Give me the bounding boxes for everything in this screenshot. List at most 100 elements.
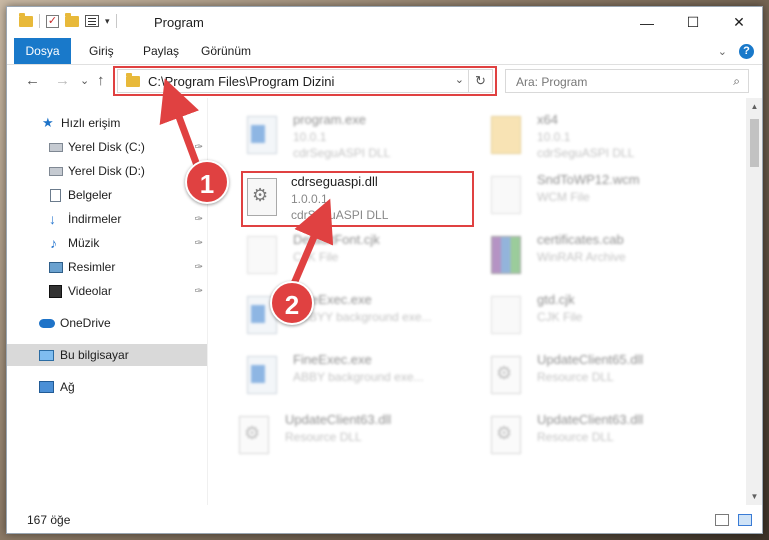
scroll-down-icon[interactable]: ▼ — [746, 488, 762, 505]
close-button[interactable]: ✕ — [716, 7, 762, 38]
sidebar-item-label: Yerel Disk (D:) — [68, 164, 145, 178]
sidebar-item-this-pc[interactable]: Bu bilgisayar — [7, 344, 207, 366]
toolbar-separator — [115, 14, 117, 28]
dll-icon — [239, 416, 269, 454]
tab-giris[interactable]: Giriş — [79, 38, 124, 64]
file-item[interactable]: DefaultFont.cjk CJK File — [239, 228, 479, 284]
file-highlight-box — [241, 171, 474, 227]
file-icon — [247, 236, 277, 274]
sidebar-item-videos[interactable]: Videolar ✑ — [7, 280, 207, 302]
sidebar-item-pictures[interactable]: Resimler ✑ — [7, 256, 207, 278]
video-icon — [49, 284, 62, 298]
customize-dropdown-icon[interactable]: ▾ — [105, 16, 110, 27]
network-icon — [39, 381, 54, 393]
file-type: WCM File — [537, 190, 590, 204]
minimize-button[interactable]: — — [624, 7, 670, 38]
file-name: UpdateClient63.dll — [537, 412, 644, 427]
checkmark-icon[interactable]: ✓ — [46, 14, 59, 28]
folder-icon — [19, 12, 33, 27]
search-icon[interactable]: ⌕ — [733, 74, 740, 89]
file-item[interactable]: gtd.cjk CJK File — [483, 288, 723, 344]
file-item[interactable]: program.exe 10.0.1 cdrSeguASPI DLL — [239, 108, 479, 164]
picture-icon — [49, 261, 63, 273]
file-item[interactable]: UpdateClient65.dll Resource DLL — [483, 348, 723, 404]
tab-gorunum[interactable]: Görünüm — [191, 38, 261, 64]
sidebar-item-disk-c[interactable]: Yerel Disk (C:) ✑ — [7, 136, 207, 158]
address-highlight-box — [113, 66, 497, 96]
pin-icon[interactable]: ✑ — [195, 142, 203, 153]
sidebar-item-quick-access[interactable]: ★ Hızlı erişim — [7, 112, 207, 134]
sidebar-item-label: Resimler — [68, 260, 116, 274]
file-item[interactable]: SndToWP12.wcm WCM File — [483, 168, 723, 224]
forward-arrow-icon[interactable]: → — [55, 72, 70, 89]
file-type: WinRAR Archive — [537, 250, 626, 264]
scrollbar-thumb[interactable] — [750, 119, 759, 167]
program-icon — [247, 116, 277, 154]
file-item[interactable]: x64 10.0.1 cdrSeguASPI DLL — [483, 108, 723, 164]
file-name: UpdateClient63.dll — [285, 412, 392, 427]
step-2-marker: 2 — [270, 281, 314, 325]
large-icons-view-icon[interactable] — [738, 514, 752, 526]
download-icon: ↓ — [49, 211, 56, 227]
maximize-button[interactable]: ☐ — [670, 7, 716, 38]
file-version: 10.0.1 — [537, 130, 571, 144]
search-placeholder[interactable]: Ara: Program — [516, 75, 587, 89]
archive-icon — [491, 236, 521, 274]
navigation-bar: ← → ⌄ ↑ C:\Program Files\Program Dizini … — [7, 65, 762, 98]
sidebar-item-documents[interactable]: Belgeler ✑ — [7, 184, 207, 206]
sidebar-item-downloads[interactable]: ↓ İndirmeler ✑ — [7, 208, 207, 230]
tab-paylas[interactable]: Paylaş — [133, 38, 189, 64]
search-box[interactable]: Ara: Program ⌕ — [505, 69, 749, 93]
computer-icon — [39, 349, 54, 361]
file-name: gtd.cjk — [537, 292, 575, 307]
sidebar-item-label: Belgeler — [68, 188, 113, 202]
file-name: DefaultFont.cjk — [293, 232, 380, 247]
vertical-scrollbar[interactable]: ▲ ▼ — [746, 98, 762, 505]
sidebar-item-label: Bu bilgisayar — [60, 348, 129, 362]
sidebar-item-music[interactable]: ♪ Müzik ✑ — [7, 232, 207, 254]
pin-icon[interactable]: ✑ — [195, 286, 203, 297]
file-name: SndToWP12.wcm — [537, 172, 640, 187]
window-title: Program — [154, 15, 204, 30]
file-name: FineExec.exe — [293, 352, 372, 367]
file-type: Resource DLL — [537, 430, 614, 444]
file-name: program.exe — [293, 112, 366, 127]
sidebar-item-label: OneDrive — [60, 316, 111, 330]
up-arrow-icon[interactable]: ↑ — [97, 72, 105, 89]
star-icon: ★ — [42, 115, 54, 130]
pin-icon[interactable]: ✑ — [195, 214, 203, 225]
expand-ribbon-icon[interactable]: ⌄ — [718, 45, 727, 58]
file-type: CJK File — [293, 250, 339, 264]
sidebar-item-label: Ağ — [60, 380, 75, 394]
sidebar-item-label: İndirmeler — [68, 212, 122, 226]
file-item[interactable]: UpdateClient63.dll Resource DLL — [231, 408, 471, 464]
properties-icon[interactable] — [85, 15, 99, 27]
file-icon — [491, 296, 521, 334]
details-view-icon[interactable] — [715, 514, 729, 526]
file-item[interactable]: certificates.cab WinRAR Archive — [483, 228, 723, 284]
file-version: 10.0.1 — [293, 130, 327, 144]
recent-locations-icon[interactable]: ⌄ — [80, 74, 89, 87]
dll-icon — [491, 416, 521, 454]
file-type: ABBY background exe... — [293, 370, 424, 384]
step-1-marker: 1 — [185, 160, 229, 204]
sidebar-item-disk-d[interactable]: Yerel Disk (D:) ✑ — [7, 160, 207, 182]
dll-icon — [491, 356, 521, 394]
file-item[interactable]: UpdateClient63.dll Resource DLL — [483, 408, 723, 464]
scroll-up-icon[interactable]: ▲ — [746, 98, 762, 115]
sidebar-item-onedrive[interactable]: OneDrive — [7, 312, 207, 334]
pin-icon[interactable]: ✑ — [195, 238, 203, 249]
file-item[interactable]: FineExec.exe ABBY background exe... — [239, 348, 479, 404]
back-arrow-icon[interactable]: ← — [25, 72, 40, 89]
help-icon[interactable]: ? — [739, 44, 754, 59]
title-bar: ✓ ▾ Program — ☐ ✕ — [7, 7, 762, 38]
document-icon — [50, 188, 61, 202]
file-icon — [491, 176, 521, 214]
tab-dosya[interactable]: Dosya — [14, 38, 71, 64]
pin-icon[interactable]: ✑ — [195, 262, 203, 273]
toolbar-separator — [39, 14, 40, 28]
sidebar-item-label: Yerel Disk (C:) — [68, 140, 145, 154]
status-bar: 167 öğe — [7, 505, 762, 533]
sidebar-item-network[interactable]: Ağ — [7, 376, 207, 398]
new-folder-icon[interactable] — [65, 12, 79, 27]
